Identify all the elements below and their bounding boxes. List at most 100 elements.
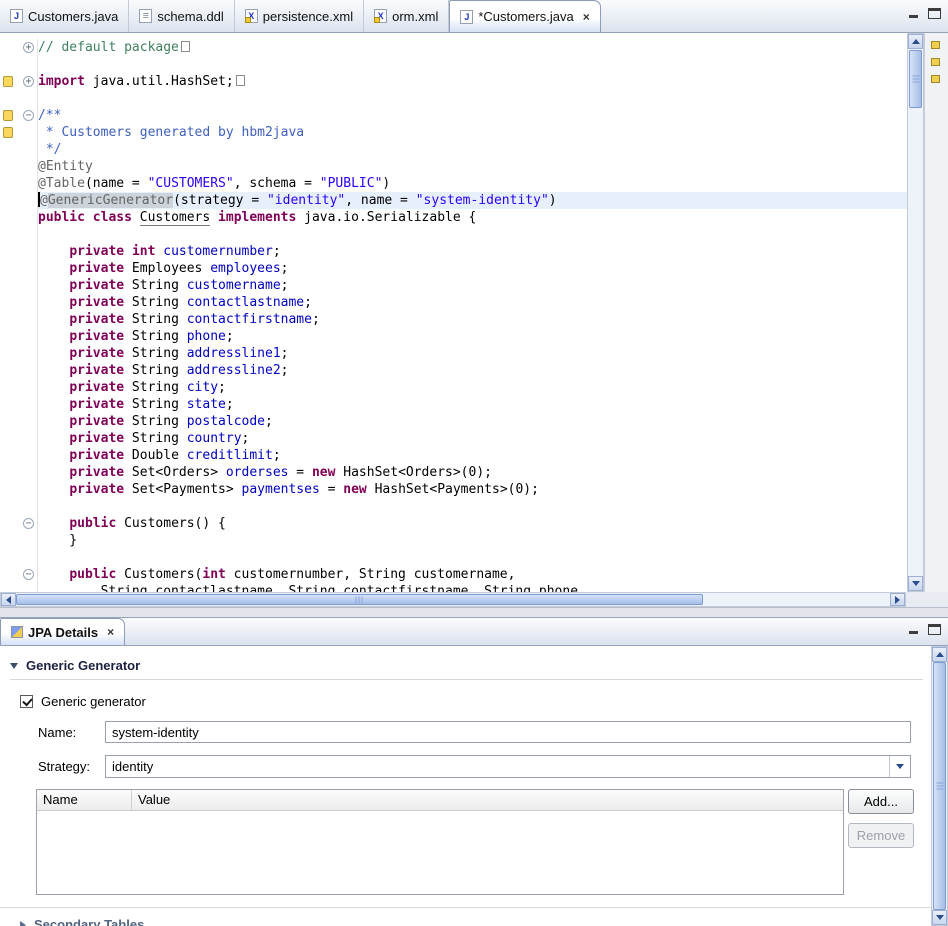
code-line[interactable]: private String postalcode; — [0, 413, 907, 430]
code-line[interactable]: private String addressline1; — [0, 345, 907, 362]
scroll-down-icon[interactable] — [908, 576, 923, 591]
warning-overview-marker[interactable] — [931, 41, 940, 49]
code-line[interactable]: } — [0, 532, 907, 549]
code-text[interactable]: private String addressline2; — [38, 362, 907, 379]
minimize-icon[interactable] — [907, 624, 920, 635]
close-icon[interactable]: × — [583, 10, 590, 24]
scrollbar-thumb[interactable] — [933, 662, 946, 910]
code-line[interactable]: String contactlastname, String contactfi… — [0, 583, 907, 592]
code-line[interactable]: @Table(name = "CUSTOMERS", schema = "PUB… — [0, 175, 907, 192]
code-line[interactable]: @Entity — [0, 158, 907, 175]
code-line[interactable]: public class Customers implements java.i… — [0, 209, 907, 226]
code-text[interactable]: private String addressline1; — [38, 345, 907, 362]
code-line[interactable]: private Set<Orders> orderses = new HashS… — [0, 464, 907, 481]
tab-customers-java-active[interactable]: J *Customers.java × — [449, 0, 600, 32]
code-text[interactable]: private String phone; — [38, 328, 907, 345]
code-line[interactable]: private String country; — [0, 430, 907, 447]
code-text[interactable]: import java.util.HashSet; — [38, 73, 907, 90]
scroll-up-icon[interactable] — [932, 647, 947, 662]
overview-ruler[interactable] — [924, 33, 948, 592]
code-text[interactable] — [38, 90, 907, 107]
code-text[interactable] — [38, 56, 907, 73]
add-button[interactable]: Add... — [848, 789, 914, 814]
jpa-vertical-scrollbar[interactable] — [931, 646, 948, 926]
code-text[interactable]: private Set<Payments> paymentses = new H… — [38, 481, 907, 498]
code-text[interactable]: private String contactfirstname; — [38, 311, 907, 328]
code-line[interactable]: private String city; — [0, 379, 907, 396]
close-icon[interactable]: × — [107, 625, 114, 639]
code-text[interactable]: private String country; — [38, 430, 907, 447]
fold-expand-icon[interactable]: + — [23, 76, 34, 87]
minimize-icon[interactable] — [907, 8, 920, 19]
code-line[interactable]: + // default package — [0, 39, 907, 56]
code-area[interactable]: + // default package + import java.util.Has… — [0, 33, 907, 592]
scroll-left-icon[interactable] — [1, 593, 16, 606]
code-text[interactable] — [38, 498, 907, 515]
code-line[interactable]: private Set<Payments> paymentses = new H… — [0, 481, 907, 498]
code-line[interactable]: private String contactlastname; — [0, 294, 907, 311]
code-text[interactable] — [38, 549, 907, 566]
code-line[interactable]: private int customernumber; — [0, 243, 907, 260]
maximize-icon[interactable] — [928, 624, 941, 635]
fold-collapse-icon[interactable]: − — [23, 110, 34, 121]
code-text[interactable]: public class Customers implements java.i… — [38, 209, 907, 226]
scroll-down-icon[interactable] — [932, 910, 947, 925]
code-line[interactable] — [0, 226, 907, 243]
fold-collapse-icon[interactable]: − — [23, 569, 34, 580]
code-text[interactable]: * Customers generated by hbm2java — [38, 124, 907, 141]
tab-persistence-xml[interactable]: X persistence.xml — [235, 0, 364, 32]
code-line[interactable]: private String customername; — [0, 277, 907, 294]
fold-collapse-icon[interactable]: − — [23, 518, 34, 529]
code-line[interactable]: * Customers generated by hbm2java — [0, 124, 907, 141]
generic-generator-checkbox-row[interactable]: Generic generator — [20, 694, 931, 709]
code-text[interactable]: } — [38, 532, 907, 549]
code-text[interactable]: private Double creditlimit; — [38, 447, 907, 464]
code-text[interactable]: public Customers() { — [38, 515, 907, 532]
code-text[interactable]: @Table(name = "CUSTOMERS", schema = "PUB… — [38, 175, 907, 192]
code-text[interactable]: @GenericGenerator(strategy = "identity",… — [38, 192, 907, 209]
code-text[interactable]: /** — [38, 107, 907, 124]
strategy-combo[interactable]: identity — [105, 755, 911, 778]
code-text[interactable]: */ — [38, 141, 907, 158]
code-text[interactable] — [38, 226, 907, 243]
maximize-icon[interactable] — [928, 8, 941, 19]
warning-overview-marker[interactable] — [931, 58, 940, 66]
code-text[interactable]: private Set<Orders> orderses = new HashS… — [38, 464, 907, 481]
parameters-table-body[interactable] — [37, 811, 843, 894]
fold-expand-icon[interactable]: + — [23, 42, 34, 53]
tab-jpa-details[interactable]: JPA Details × — [0, 618, 125, 645]
code-line[interactable]: −/** — [0, 107, 907, 124]
code-line[interactable]: @GenericGenerator(strategy = "identity",… — [0, 192, 907, 209]
code-line[interactable]: − public Customers(int customernumber, S… — [0, 566, 907, 583]
code-text[interactable]: // default package — [38, 39, 907, 56]
code-line[interactable]: private Employees employees; — [0, 260, 907, 277]
code-line[interactable]: private String state; — [0, 396, 907, 413]
tab-customers-java[interactable]: J Customers.java — [0, 0, 129, 32]
code-text[interactable]: public Customers(int customernumber, Str… — [38, 566, 907, 583]
scrollbar-thumb[interactable] — [909, 50, 922, 108]
parameters-table[interactable]: Name Value — [36, 789, 844, 895]
code-text[interactable]: private String contactlastname; — [38, 294, 907, 311]
code-text[interactable]: private String customername; — [38, 277, 907, 294]
code-line[interactable] — [0, 90, 907, 107]
scroll-up-icon[interactable] — [908, 34, 923, 49]
warning-overview-marker[interactable] — [931, 75, 940, 83]
code-text[interactable]: private Employees employees; — [38, 260, 907, 277]
code-text[interactable]: String contactlastname, String contactfi… — [38, 583, 907, 592]
code-line[interactable]: − public Customers() { — [0, 515, 907, 532]
generic-generator-section-header[interactable]: Generic Generator — [10, 658, 923, 680]
remove-button[interactable]: Remove — [848, 823, 914, 848]
generator-name-input[interactable] — [105, 721, 911, 743]
code-text[interactable]: private String postalcode; — [38, 413, 907, 430]
tab-orm-xml[interactable]: X orm.xml — [364, 0, 449, 32]
scrollbar-thumb[interactable] — [16, 594, 703, 605]
editor-vertical-scrollbar[interactable] — [907, 33, 924, 592]
code-text[interactable]: private int customernumber; — [38, 243, 907, 260]
code-line[interactable]: private String contactfirstname; — [0, 311, 907, 328]
code-text[interactable]: private String state; — [38, 396, 907, 413]
code-line[interactable]: private String addressline2; — [0, 362, 907, 379]
code-line[interactable] — [0, 498, 907, 515]
code-text[interactable]: @Entity — [38, 158, 907, 175]
scroll-right-icon[interactable] — [890, 593, 905, 606]
code-line[interactable] — [0, 549, 907, 566]
